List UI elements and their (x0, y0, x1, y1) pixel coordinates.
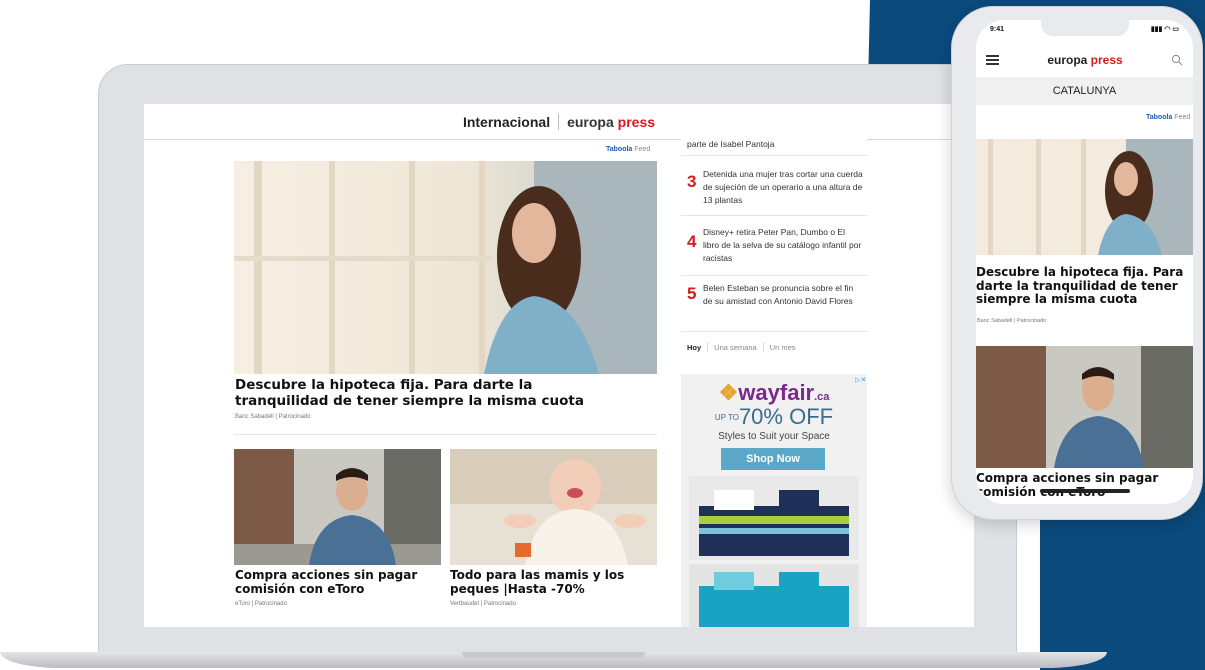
shop-now-button[interactable]: Shop Now (721, 448, 825, 470)
list-item[interactable]: parte de Isabel Pantoja (681, 134, 867, 156)
phone-hero-headline[interactable]: Descubre la hipoteca fija. Para darte la… (976, 265, 1190, 307)
tab-una-semana[interactable]: Una semana (714, 343, 757, 352)
list-item[interactable]: 3 Detenida una mujer tras cortar una cue… (681, 156, 867, 216)
phone-section-bar[interactable]: CATALUNYA (976, 77, 1193, 105)
card-image-vertbaudet[interactable] (450, 449, 657, 565)
card-image-etoro[interactable] (234, 449, 441, 565)
phone-screen: 9:41 ▮▮▮ ◠ ▭ europa press CATALUNYA Tabo… (976, 20, 1193, 504)
home-indicator[interactable] (1040, 489, 1130, 493)
taboola-feed-label[interactable]: Taboola Feed (606, 146, 650, 153)
ranking-tabs: Hoy Una semana Un mes (681, 336, 867, 358)
rank-number: 4 (687, 232, 697, 251)
tab-divider (707, 342, 709, 352)
tab-un-mes[interactable]: Un mes (770, 343, 796, 352)
phone-site-logo[interactable]: europa press (1047, 53, 1122, 67)
rank-number: 5 (687, 284, 697, 303)
list-item-text: Belen Esteban se pronuncia sobre el fin … (703, 283, 854, 306)
ad-offer: UP TO70% OFF (714, 404, 834, 429)
bedding-image-1 (689, 476, 859, 560)
laptop-notch (462, 652, 645, 658)
ad-upto: UP TO (714, 413, 739, 422)
phone-card-image[interactable] (976, 346, 1193, 468)
card-source-etoro: eToro | Patrocinado (235, 601, 287, 607)
section-title[interactable]: Internacional (463, 114, 550, 130)
hero-headline[interactable]: Descubre la hipoteca fija. Para darte la… (235, 377, 615, 409)
list-item-text: parte de Isabel Pantoja (687, 139, 775, 149)
ad-logo: ❖wayfair.ca (718, 380, 830, 405)
man-photo (234, 449, 441, 565)
most-read-list: parte de Isabel Pantoja 3 Detenida una m… (681, 104, 867, 356)
phone-hero-source: Banc Sabadell | Patrocinado (977, 318, 1047, 324)
taboola-logo: Taboola (606, 146, 633, 153)
hero-image[interactable] (234, 161, 657, 374)
content-divider (234, 434, 657, 435)
phone-header: europa press (976, 48, 1193, 72)
card-headline-vertbaudet[interactable]: Todo para las mamis y los peques |Hasta … (450, 568, 657, 596)
phone-hero-image[interactable] (976, 139, 1193, 255)
ad-subtitle: Styles to Suit your Space (718, 431, 830, 442)
signal-wifi-battery-icon: ▮▮▮ ◠ ▭ (1150, 26, 1179, 33)
rank-number: 3 (687, 172, 697, 191)
hero-photo (976, 139, 1193, 255)
bedding-image-2 (689, 564, 859, 627)
baby-photo (450, 449, 657, 565)
status-time: 9:41 (990, 26, 1005, 33)
status-bar: 9:41 ▮▮▮ ◠ ▭ (976, 20, 1193, 40)
card-headline-etoro[interactable]: Compra acciones sin pagar comisión con e… (235, 568, 442, 596)
wayfair-ad[interactable]: ▷✕ ❖wayfair.ca UP TO70% OFF Styles to Su… (681, 374, 867, 627)
phone-taboola-label[interactable]: Taboola Feed (1146, 114, 1190, 121)
phone-card-headline[interactable]: Compra acciones sin pagar comisión con e… (976, 471, 1190, 499)
menu-icon[interactable] (986, 55, 999, 65)
man-photo (976, 346, 1193, 468)
hero-source: Banc Sabadell | Patrocinado (235, 414, 311, 420)
taboola-feed-text: Feed (634, 146, 651, 153)
list-item[interactable]: 5 Belen Esteban se pronuncia sobre el fi… (681, 276, 867, 332)
hero-photo (234, 161, 657, 374)
list-item[interactable]: 4 Disney+ retira Peter Pan, Dumbo o El l… (681, 216, 867, 276)
tab-hoy[interactable]: Hoy (687, 343, 701, 352)
list-item-text: Disney+ retira Peter Pan, Dumbo o El lib… (703, 227, 862, 263)
header-divider (558, 113, 560, 130)
site-logo[interactable]: europa press (567, 114, 655, 130)
laptop-screen: Internacional europa press Taboola Feed (144, 104, 974, 627)
taboola-logo: Taboola (1146, 114, 1173, 121)
list-item-text: Detenida una mujer tras cortar una cuerd… (703, 169, 863, 205)
search-icon[interactable] (1171, 54, 1183, 66)
card-source-vertbaudet: Vertbaudet | Patrocinado (450, 601, 516, 607)
taboola-feed-text: Feed (1174, 114, 1191, 121)
promo-scene: Internacional europa press Taboola Feed (0, 0, 1205, 670)
tab-divider (762, 342, 764, 352)
